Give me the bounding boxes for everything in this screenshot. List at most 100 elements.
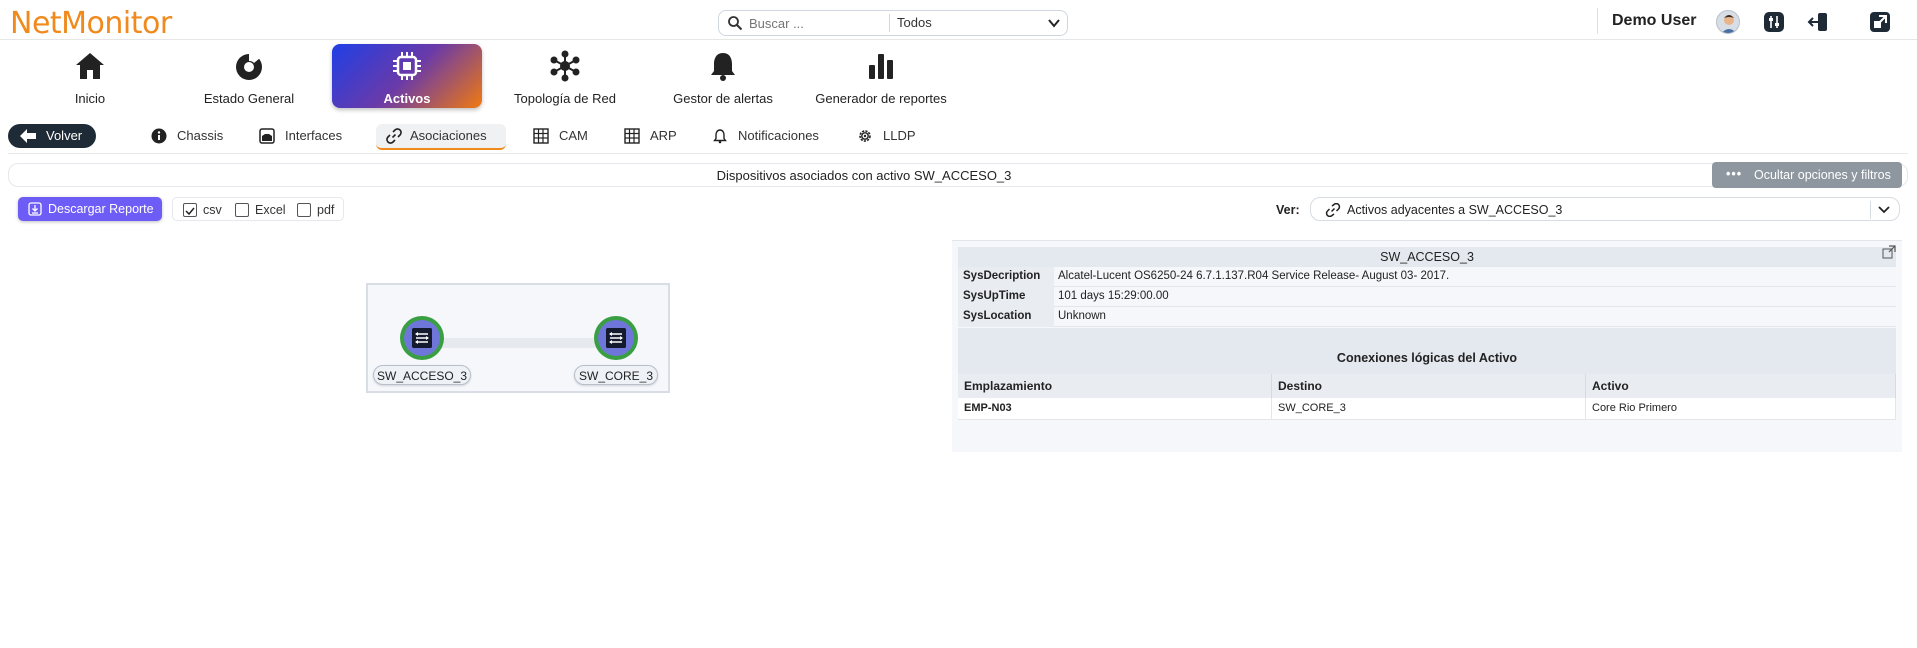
download-icon: [28, 202, 42, 216]
header-divider: [1597, 8, 1598, 34]
pie-chart-icon: [236, 53, 262, 80]
gear-icon: [859, 130, 871, 142]
chip-icon: [393, 52, 421, 80]
excel-checkbox[interactable]: [235, 203, 249, 217]
detail-row-syslocation: SysLocation Unknown: [958, 307, 1896, 327]
nav-inicio[interactable]: Inicio: [15, 44, 165, 108]
link-icon: [1325, 203, 1341, 217]
nav-label: Generador de reportes: [815, 91, 947, 106]
tab-label: CAM: [559, 128, 588, 143]
node-inner: [598, 320, 634, 356]
tab-arp[interactable]: ARP: [624, 124, 694, 150]
tab-notificaciones[interactable]: Notificaciones: [712, 124, 832, 150]
tab-label: Interfaces: [285, 128, 343, 143]
download-report-button[interactable]: Descargar Reporte: [18, 197, 162, 221]
graph-edge[interactable]: [424, 338, 616, 348]
top-header: NetMonitor Todos Demo User: [0, 0, 1917, 41]
excel-label: Excel: [255, 203, 286, 217]
logout-icon[interactable]: [1807, 11, 1829, 33]
nav-label: Estado General: [203, 91, 295, 106]
expand-icon[interactable]: [1882, 245, 1896, 259]
column-header: Destino: [1272, 374, 1586, 398]
check-icon: [185, 207, 195, 216]
network-icon: [550, 50, 580, 82]
nav-label: Activos: [383, 91, 431, 106]
table-cell: Core Rio Primero: [1586, 398, 1896, 420]
avatar[interactable]: [1716, 10, 1740, 34]
global-search: Todos: [718, 10, 1068, 36]
nav-label: Inicio: [74, 91, 106, 106]
tab-chassis[interactable]: Chassis: [151, 124, 231, 150]
tab-asociaciones[interactable]: Asociaciones: [376, 124, 506, 150]
search-icon: [728, 16, 743, 31]
more-dots-icon: •••: [1726, 167, 1743, 181]
window-icon[interactable]: [1869, 11, 1891, 33]
view-select-divider: [1870, 201, 1871, 219]
detail-key: SysLocation: [958, 307, 1054, 327]
view-select[interactable]: Activos adyacentes a SW_ACCESO_3: [1310, 197, 1900, 221]
chevron-down-icon[interactable]: [1875, 201, 1893, 219]
view-label: Ver:: [1276, 203, 1300, 217]
table-icon: [624, 128, 640, 144]
chevron-down-icon[interactable]: [1045, 14, 1063, 32]
nav-gestor-alertas[interactable]: Gestor de alertas: [648, 44, 798, 108]
bar-chart-icon: [869, 54, 893, 79]
bell-icon: [713, 129, 727, 144]
app-logo[interactable]: NetMonitor: [10, 6, 172, 41]
tab-label: ARP: [650, 128, 677, 143]
connections-title: Conexiones lógicas del Activo: [958, 328, 1896, 374]
graph-node-label[interactable]: SW_ACCESO_3: [373, 365, 471, 385]
column-header: Emplazamiento: [958, 374, 1272, 398]
tab-label: Chassis: [177, 128, 224, 143]
user-name: Demo User: [1612, 12, 1697, 29]
csv-checkbox[interactable]: [183, 203, 197, 217]
arrow-left-icon: [20, 129, 36, 143]
detail-key: SysUpTime: [958, 287, 1054, 307]
graph-node-sw-core-3[interactable]: [594, 316, 638, 360]
column-header: Activo: [1586, 374, 1896, 398]
detail-row-sysuptime: SysUpTime 101 days 15:29:00.00: [958, 287, 1896, 307]
nav-label: Topología de Red: [514, 91, 616, 106]
nav-activos[interactable]: Activos: [332, 44, 482, 108]
tab-label: Notificaciones: [738, 128, 819, 143]
asset-detail-panel: SW_ACCESO_3 SysDecription Alcatel-Lucent…: [952, 240, 1902, 452]
link-icon: [386, 128, 402, 144]
node-inner: [404, 320, 440, 356]
toggle-filters-button[interactable]: ••• Ocultar opciones y filtros: [1712, 162, 1902, 188]
association-graph[interactable]: SW_ACCESO_3 SW_CORE_3: [366, 283, 670, 393]
tab-label: Asociaciones: [410, 128, 487, 143]
graph-node-label[interactable]: SW_CORE_3: [574, 365, 658, 385]
tab-label: LLDP: [883, 128, 916, 143]
back-label: Volver: [46, 128, 83, 143]
info-icon: [151, 128, 167, 144]
table-cell: EMP-N03: [958, 398, 1272, 420]
detail-row-sysdescription: SysDecription Alcatel-Lucent OS6250-24 6…: [958, 267, 1896, 287]
switch-icon: [606, 328, 626, 348]
view-selected-value: Activos adyacentes a SW_ACCESO_3: [1347, 203, 1563, 217]
interfaces-icon: [259, 128, 275, 144]
detail-value: Alcatel-Lucent OS6250-24 6.7.1.137.R04 S…: [1058, 270, 1450, 282]
graph-node-sw-acceso-3[interactable]: [400, 316, 444, 360]
download-report-label: Descargar Reporte: [48, 202, 154, 216]
settings-sliders-icon[interactable]: [1763, 11, 1785, 33]
nav-label: Gestor de alertas: [673, 91, 773, 106]
nav-topologia[interactable]: Topología de Red: [490, 44, 640, 108]
tab-cam[interactable]: CAM: [533, 124, 603, 150]
tab-lldp[interactable]: LLDP: [857, 124, 927, 150]
nav-estado-general[interactable]: Estado General: [174, 44, 324, 108]
table-cell: SW_CORE_3: [1272, 398, 1586, 420]
report-format-options: csv Excel pdf: [172, 197, 344, 221]
user-avatar-icon: [1721, 15, 1737, 33]
tab-interfaces[interactable]: Interfaces: [259, 124, 359, 150]
switch-icon: [412, 328, 432, 348]
association-info-text: Dispositivos asociados con activo SW_ACC…: [716, 168, 1012, 183]
pdf-checkbox[interactable]: [297, 203, 311, 217]
toggle-filters-label: Ocultar opciones y filtros: [1754, 168, 1891, 182]
association-info-bar: Dispositivos asociados con activo SW_ACC…: [8, 163, 1908, 187]
search-input[interactable]: [749, 14, 889, 32]
detail-value: 101 days 15:29:00.00: [1058, 290, 1169, 302]
search-scope-select[interactable]: Todos: [897, 15, 932, 30]
back-button[interactable]: Volver: [8, 124, 96, 148]
nav-generador-reportes[interactable]: Generador de reportes: [806, 44, 956, 108]
detail-value: Unknown: [1058, 310, 1106, 322]
